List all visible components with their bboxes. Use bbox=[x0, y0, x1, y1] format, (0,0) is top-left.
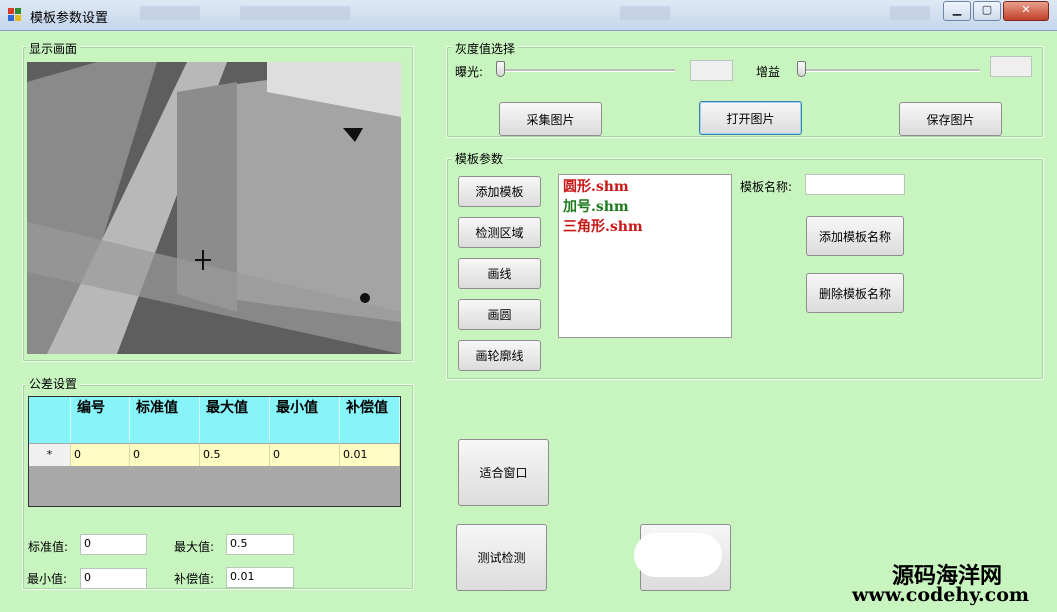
background-blur bbox=[620, 6, 670, 20]
table-cell[interactable]: 0 bbox=[130, 444, 200, 466]
tolerance-legend: 公差设置 bbox=[26, 375, 81, 392]
column-header-max[interactable]: 最大值 bbox=[200, 397, 270, 443]
app-icon bbox=[8, 8, 22, 22]
draw-line-button[interactable]: 画线 bbox=[458, 258, 541, 289]
max-value-label: 最大值: bbox=[174, 540, 215, 554]
background-blur bbox=[890, 6, 930, 20]
background-blur bbox=[140, 6, 200, 20]
fit-window-button[interactable]: 适合窗口 bbox=[458, 439, 549, 506]
table-cell[interactable]: 0 bbox=[71, 444, 130, 466]
close-button[interactable]: ✕ bbox=[1003, 1, 1049, 21]
standard-value-field[interactable]: 0 bbox=[80, 534, 147, 555]
test-detect-button[interactable]: 测试检测 bbox=[456, 524, 547, 591]
gray-legend: 灰度值选择 bbox=[452, 40, 519, 57]
template-name-label: 模板名称: bbox=[740, 180, 793, 194]
draw-circle-button[interactable]: 画圆 bbox=[458, 299, 541, 330]
template-file-list[interactable]: 圆形.shm 加号.shm 三角形.shm bbox=[558, 174, 732, 338]
table-cell[interactable]: 0.01 bbox=[340, 444, 400, 466]
maximize-button[interactable]: ▢ bbox=[973, 1, 1001, 21]
open-image-button[interactable]: 打开图片 bbox=[699, 101, 802, 135]
tolerance-table[interactable]: 编号 标准值 最大值 最小值 补偿值 * 0 0 0.5 0 0.01 bbox=[28, 396, 401, 507]
window-title: 模板参数设置 bbox=[30, 11, 109, 26]
compensation-value-label: 补偿值: bbox=[174, 572, 215, 586]
camera-image[interactable] bbox=[27, 62, 401, 354]
min-value-label: 最小值: bbox=[27, 572, 68, 586]
exposure-slider-track[interactable] bbox=[497, 69, 675, 72]
gain-label: 增益 bbox=[756, 65, 781, 79]
gain-slider-track[interactable] bbox=[800, 69, 980, 72]
detect-region-button[interactable]: 检测区域 bbox=[458, 217, 541, 248]
compensation-value-field[interactable]: 0.01 bbox=[226, 567, 294, 588]
list-item[interactable]: 三角形.shm bbox=[563, 217, 727, 237]
table-cell[interactable]: 0.5 bbox=[200, 444, 270, 466]
column-header-standard[interactable]: 标准值 bbox=[130, 397, 200, 443]
save-image-button[interactable]: 保存图片 bbox=[899, 102, 1002, 136]
watermark-site-url: www.codehy.com bbox=[852, 584, 1030, 606]
column-header-compensation[interactable]: 补偿值 bbox=[340, 397, 400, 443]
gain-value-field[interactable] bbox=[990, 56, 1032, 77]
draw-contour-button[interactable]: 画轮廓线 bbox=[458, 340, 541, 371]
column-header-min[interactable]: 最小值 bbox=[270, 397, 340, 443]
row-header-corner bbox=[29, 397, 71, 443]
exposure-label: 曝光: bbox=[455, 65, 484, 79]
add-template-button[interactable]: 添加模板 bbox=[458, 176, 541, 207]
max-value-field[interactable]: 0.5 bbox=[226, 534, 294, 555]
list-item[interactable]: 圆形.shm bbox=[563, 177, 727, 197]
template-legend: 模板参数 bbox=[452, 150, 507, 167]
template-name-field[interactable] bbox=[805, 174, 905, 195]
exposure-value-field[interactable] bbox=[690, 60, 733, 81]
title-bar: 模板参数设置 ▁ ▢ ✕ bbox=[0, 0, 1057, 31]
capture-image-button[interactable]: 采集图片 bbox=[499, 102, 602, 136]
minimize-button[interactable]: ▁ bbox=[943, 1, 971, 21]
background-blur bbox=[240, 6, 350, 20]
gain-slider-thumb[interactable] bbox=[797, 61, 806, 77]
new-row-marker[interactable]: * bbox=[29, 444, 71, 466]
list-item[interactable]: 加号.shm bbox=[563, 197, 727, 217]
display-legend: 显示画面 bbox=[26, 40, 81, 57]
delete-template-name-button[interactable]: 删除模板名称 bbox=[806, 273, 904, 313]
exposure-slider-thumb[interactable] bbox=[496, 61, 505, 77]
obscured-region bbox=[634, 533, 722, 577]
camera-image-graphic bbox=[27, 62, 401, 354]
column-header-id[interactable]: 编号 bbox=[71, 397, 130, 443]
table-cell[interactable]: 0 bbox=[270, 444, 340, 466]
standard-value-label: 标准值: bbox=[28, 540, 69, 554]
add-template-name-button[interactable]: 添加模板名称 bbox=[806, 216, 904, 256]
min-value-field[interactable]: 0 bbox=[80, 568, 147, 589]
